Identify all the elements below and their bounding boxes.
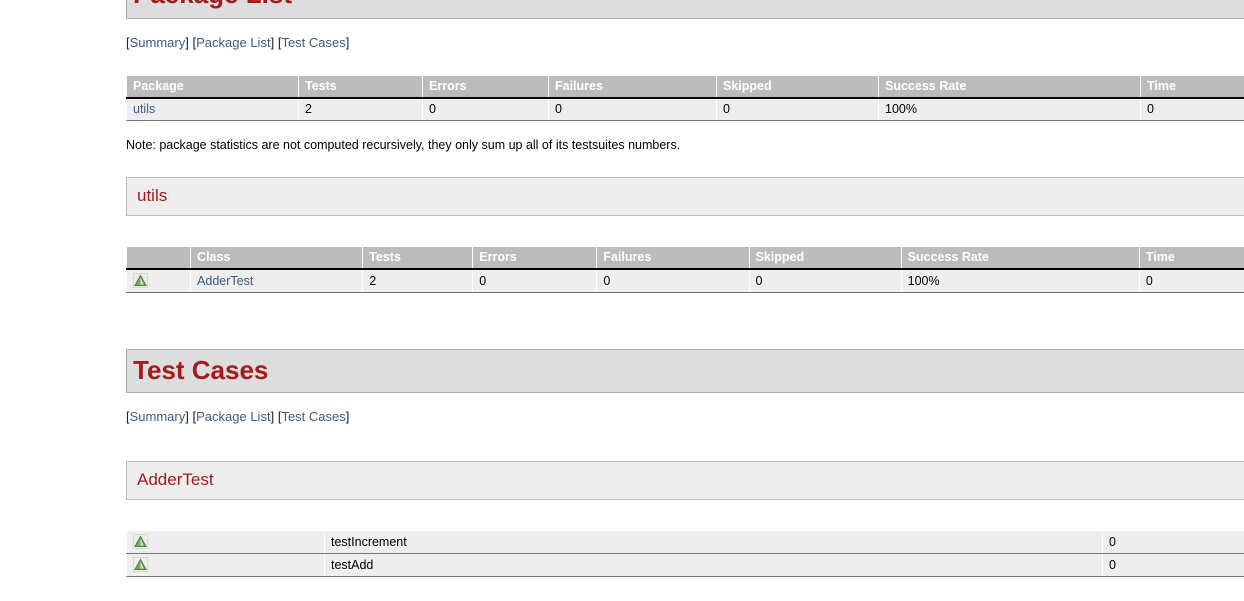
table-row: AdderTest 2 0 0 0 100% 0 xyxy=(125,268,1244,293)
column-header-skipped[interactable]: Skipped xyxy=(716,75,879,99)
class-link-addertest[interactable]: AdderTest xyxy=(197,274,253,288)
column-header-package[interactable]: Package xyxy=(126,75,299,99)
package-stats-note: Note: package statistics are not compute… xyxy=(126,138,681,152)
cell-tests: 2 xyxy=(298,97,423,121)
test-cases-heading-band: Test Cases xyxy=(126,349,1244,393)
package-name-band: utils xyxy=(126,177,1244,216)
cell-skipped: 0 xyxy=(716,97,879,121)
column-header-errors[interactable]: Errors xyxy=(472,246,598,270)
report-page: Package List [Summary] [Package List] [T… xyxy=(0,0,1244,601)
column-header-success-rate[interactable]: Success Rate xyxy=(900,246,1140,270)
suite-name: AdderTest xyxy=(137,470,214,489)
cell-failures: 0 xyxy=(548,97,717,121)
cell-tests: 2 xyxy=(362,268,474,293)
table-row: utils 2 0 0 0 100% 0 xyxy=(126,97,1244,121)
bracket-close: ] xyxy=(345,35,350,50)
report-content: Package List [Summary] [Package List] [T… xyxy=(125,0,1244,577)
column-header-status xyxy=(125,246,192,270)
bracket-close: ] xyxy=(345,409,350,424)
bracket-close: ] xyxy=(270,409,275,424)
cell-status xyxy=(125,268,192,293)
package-link-utils[interactable]: utils xyxy=(133,102,155,116)
column-header-class[interactable]: Class xyxy=(190,246,364,270)
cell-package: utils xyxy=(126,97,299,121)
cell-skipped: 0 xyxy=(748,268,902,293)
table-row: testIncrement 0 xyxy=(126,530,1244,554)
cell-test-name: testAdd xyxy=(324,553,1103,577)
cell-test-time: 0 xyxy=(1102,530,1244,554)
bracket-close: ] xyxy=(185,35,189,50)
pass-icon xyxy=(133,273,148,288)
table-header-row: Class Tests Errors Failures Skipped Succ… xyxy=(125,246,1244,270)
nav-link-package-list[interactable]: Package List xyxy=(196,35,270,50)
nav-link-summary[interactable]: Summary xyxy=(130,35,186,50)
cell-class: AdderTest xyxy=(190,268,364,293)
cell-test-time: 0 xyxy=(1102,553,1244,577)
nav-link-package-list[interactable]: Package List xyxy=(196,409,270,424)
cell-time: 0 xyxy=(1138,268,1244,293)
column-header-skipped[interactable]: Skipped xyxy=(748,246,902,270)
package-list-heading-band: Package List xyxy=(126,0,1244,19)
package-name: utils xyxy=(137,186,168,205)
column-header-success-rate[interactable]: Success Rate xyxy=(878,75,1141,99)
test-cases-nav: [Summary] [Package List] [Test Cases] xyxy=(126,409,1244,425)
cell-time: 0 xyxy=(1140,97,1244,121)
package-summary-table: Package Tests Errors Failures Skipped Su… xyxy=(126,75,1244,121)
nav-link-summary[interactable]: Summary xyxy=(130,409,186,424)
column-header-errors[interactable]: Errors xyxy=(422,75,549,99)
bracket-close: ] xyxy=(185,409,189,424)
column-header-tests[interactable]: Tests xyxy=(298,75,423,99)
nav-link-test-cases[interactable]: Test Cases xyxy=(281,35,345,50)
bracket-close: ] xyxy=(270,35,275,50)
pass-icon xyxy=(133,557,148,572)
column-header-failures[interactable]: Failures xyxy=(548,75,717,99)
column-header-time[interactable]: Time xyxy=(1140,75,1244,99)
cell-success-rate: 100% xyxy=(900,268,1140,293)
page-title: Package List xyxy=(133,0,292,9)
column-header-time[interactable]: Time xyxy=(1138,246,1244,270)
cell-status xyxy=(126,530,325,554)
package-list-nav: [Summary] [Package List] [Test Cases] xyxy=(126,35,1244,51)
cell-errors: 0 xyxy=(422,97,549,121)
pass-icon xyxy=(133,534,148,549)
cell-success-rate: 100% xyxy=(878,97,1141,121)
cell-status xyxy=(126,553,325,577)
table-header-row: Package Tests Errors Failures Skipped Su… xyxy=(126,75,1244,99)
test-case-table: testIncrement 0 testAdd 0 xyxy=(126,530,1244,577)
cell-test-name: testIncrement xyxy=(324,530,1103,554)
column-header-tests[interactable]: Tests xyxy=(362,246,474,270)
class-summary-table: Class Tests Errors Failures Skipped Succ… xyxy=(125,246,1244,293)
column-header-failures[interactable]: Failures xyxy=(596,246,750,270)
cell-errors: 0 xyxy=(472,268,598,293)
nav-link-test-cases[interactable]: Test Cases xyxy=(281,409,345,424)
section-title: Test Cases xyxy=(133,355,269,385)
suite-name-band: AdderTest xyxy=(126,461,1244,500)
table-row: testAdd 0 xyxy=(126,553,1244,577)
cell-failures: 0 xyxy=(596,268,750,293)
